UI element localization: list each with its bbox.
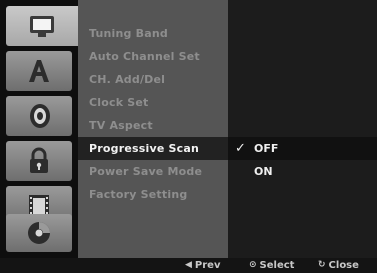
menu-item-tv-aspect[interactable]: TV Aspect [78, 114, 228, 137]
left-arrow-icon: ◀ [185, 260, 192, 270]
select-hint[interactable]: ⊙ Select [249, 258, 294, 273]
tab-lock[interactable] [6, 141, 72, 181]
navigation-hint-bar: ◀ Prev ⊙ Select ↻ Close [0, 258, 377, 273]
settings-menu: Tuning Band Auto Channel Set CH. Add/Del… [78, 0, 230, 258]
option-on-label: ON [254, 165, 273, 178]
monitor-icon [25, 11, 59, 41]
category-tab-column [0, 0, 78, 258]
return-arrow-icon: ↻ [318, 260, 326, 270]
checkmark-icon: ✓ [235, 141, 246, 156]
menu-item-power-save-mode[interactable]: Power Save Mode [78, 160, 228, 183]
options-panel: ✓ OFF ON [228, 0, 377, 258]
tab-disc[interactable] [6, 214, 72, 252]
language-a-icon [22, 56, 56, 86]
speaker-icon [22, 101, 56, 131]
option-off-label: OFF [254, 142, 279, 155]
enter-button-icon: ⊙ [249, 260, 257, 270]
menu-item-factory-setting[interactable]: Factory Setting [78, 183, 228, 206]
setup-menu-screen: Tuning Band Auto Channel Set CH. Add/Del… [0, 0, 377, 273]
prev-hint[interactable]: ◀ Prev [185, 258, 220, 273]
menu-item-clock-set[interactable]: Clock Set [78, 91, 228, 114]
option-on[interactable]: ON [228, 160, 377, 183]
menu-item-auto-channel-set[interactable]: Auto Channel Set [78, 45, 228, 68]
close-hint[interactable]: ↻ Close [318, 258, 359, 273]
select-label: Select [259, 260, 295, 271]
menu-item-progressive-scan[interactable]: Progressive Scan [78, 137, 230, 160]
close-label: Close [328, 260, 359, 271]
option-off[interactable]: ✓ OFF [228, 137, 377, 160]
menu-item-tuning-band[interactable]: Tuning Band [78, 22, 228, 45]
lock-icon [22, 146, 56, 176]
prev-label: Prev [194, 260, 221, 271]
tab-audio[interactable] [6, 96, 72, 136]
tab-language[interactable] [6, 51, 72, 91]
menu-item-ch-add-del[interactable]: CH. Add/Del [78, 68, 228, 91]
tab-display[interactable] [6, 6, 78, 46]
disc-icon [22, 218, 56, 248]
